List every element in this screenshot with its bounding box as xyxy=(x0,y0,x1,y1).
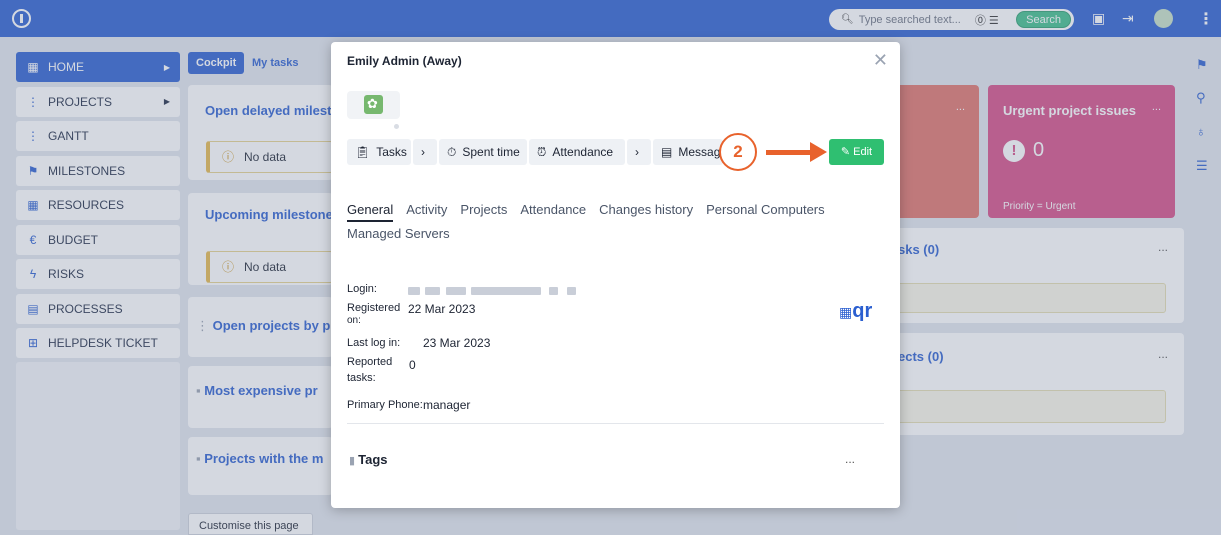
tab-managed-servers[interactable]: Managed Servers xyxy=(347,222,450,246)
status-dot xyxy=(394,124,399,129)
tags-section-title: ▮ Tags xyxy=(349,452,388,467)
tasks-button[interactable]: 📋︎ Tasks xyxy=(347,139,411,165)
alarm-icon: ⏰︎ xyxy=(537,145,547,159)
message-icon: ▤ xyxy=(661,145,673,159)
phone-value: manager xyxy=(423,398,471,412)
tab-general[interactable]: General xyxy=(347,200,394,222)
pencil-icon: ✎ xyxy=(840,146,854,158)
last-login-value: 23 Mar 2023 xyxy=(423,336,491,350)
redacted-login xyxy=(446,287,466,295)
tasks-expand-button[interactable]: › xyxy=(413,139,437,165)
arrow-icon xyxy=(766,150,814,155)
bookmark-icon: ▮ xyxy=(349,455,359,467)
qr-code-button[interactable]: ▦qr xyxy=(839,300,872,323)
tab-attendance[interactable]: Attendance xyxy=(520,198,586,222)
user-detail-modal: Emily Admin (Away) ✕ 📋︎Tasks › ⏱︎Spent t… xyxy=(331,42,900,508)
registered-value: 22 Mar 2023 xyxy=(408,302,476,316)
user-avatar[interactable] xyxy=(347,91,400,119)
close-icon[interactable]: ✕ xyxy=(873,50,888,71)
messages-button[interactable]: ▤ Messag xyxy=(653,139,723,165)
tab-personal-computers[interactable]: Personal Computers xyxy=(706,198,825,222)
arrow-head-icon xyxy=(810,142,827,162)
redacted-login xyxy=(549,287,558,295)
last-login-label: Last log in: xyxy=(347,337,401,349)
reported-label: Reported xyxy=(347,356,393,368)
modal-tabs: General Activity Projects Attendance Changes… xyxy=(347,198,867,246)
clipboard-icon: 📋︎ xyxy=(355,145,371,159)
registered-label: Registered xyxy=(347,302,401,314)
reported-label-2: tasks: xyxy=(347,372,376,384)
redacted-login xyxy=(408,287,420,295)
tab-activity[interactable]: Activity xyxy=(406,198,447,222)
tab-projects[interactable]: Projects xyxy=(460,198,507,222)
redacted-login xyxy=(471,287,541,295)
phone-label: Primary Phone: xyxy=(347,399,423,411)
clock-icon: ⏱︎ xyxy=(447,145,457,159)
login-label: Login: xyxy=(347,283,377,295)
attendance-expand-button[interactable]: › xyxy=(627,139,651,165)
avatar-icon xyxy=(364,95,383,114)
attendance-button[interactable]: ⏰︎ Attendance xyxy=(529,139,625,165)
reported-value: 0 xyxy=(409,358,416,372)
qr-icon: ▦ xyxy=(839,304,853,320)
spent-time-button[interactable]: ⏱︎ Spent time xyxy=(439,139,527,165)
redacted-login xyxy=(425,287,440,295)
redacted-login xyxy=(567,287,576,295)
step-callout: 2 xyxy=(719,133,757,171)
tab-changes-history[interactable]: Changes history xyxy=(599,198,693,222)
modal-title: Emily Admin (Away) xyxy=(347,54,462,68)
edit-button[interactable]: ✎ Edit xyxy=(829,139,884,165)
tags-more-button[interactable]: ... xyxy=(845,452,855,466)
registered-label-2: on: xyxy=(347,315,361,326)
divider xyxy=(347,423,884,424)
